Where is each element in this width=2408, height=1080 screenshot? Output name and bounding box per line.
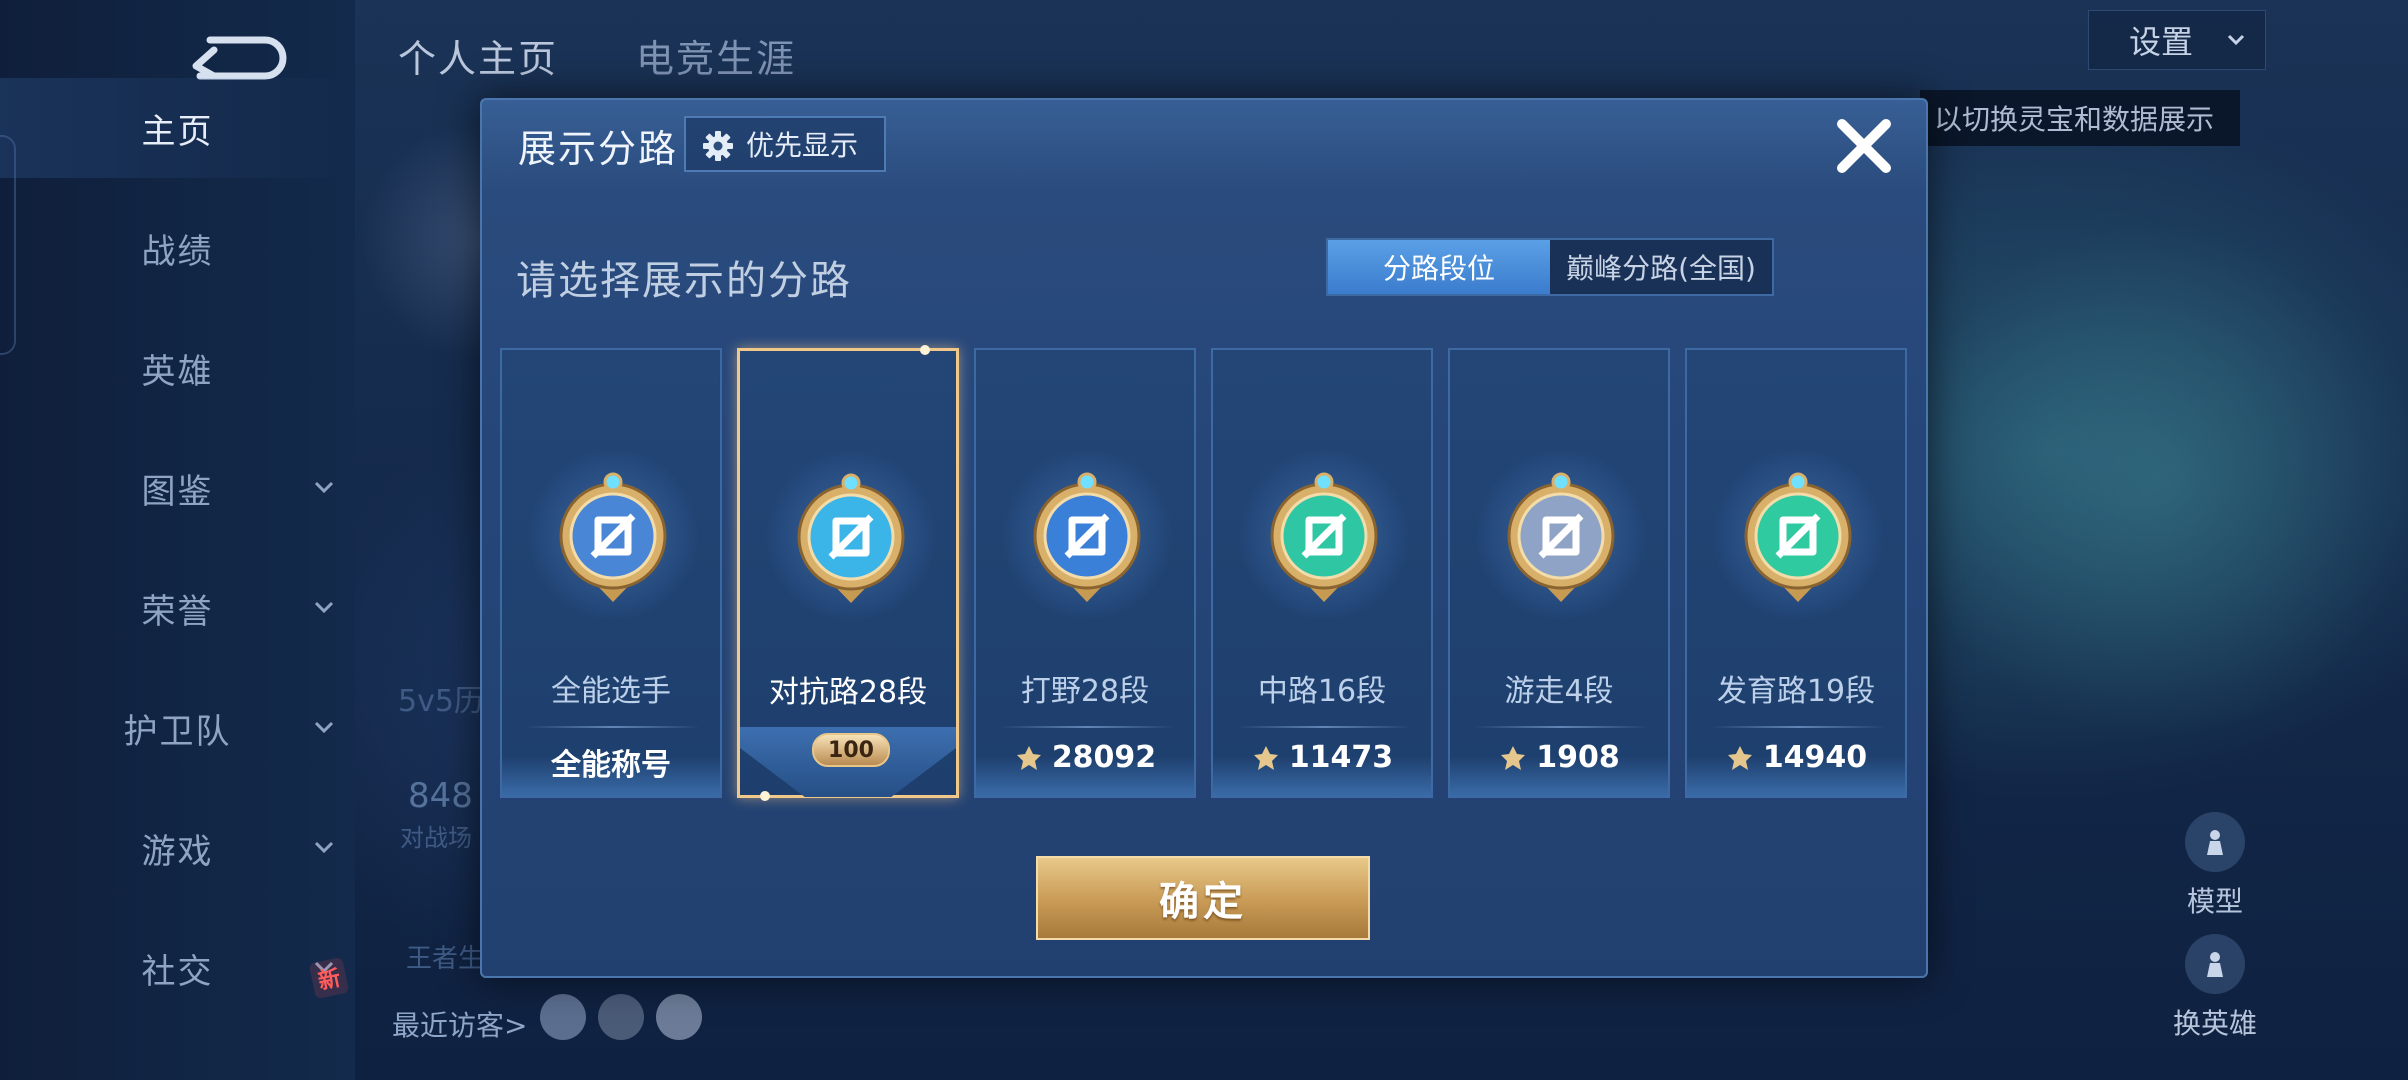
lane-rank-label: 全能选手: [551, 674, 671, 709]
divider: [1000, 726, 1174, 728]
sidebar-item-2[interactable]: 英雄: [0, 318, 355, 418]
lane-score-value: 11473: [1288, 740, 1394, 775]
toggle-peak-lane[interactable]: 巅峰分路(全国): [1550, 240, 1772, 294]
lane-display-dialog: 展示分路 优先显示 请选择展示的分路 分路段位 巅峰分路(全国) 全能选手 全能…: [480, 98, 1928, 978]
left-sidebar: 主页战绩英雄图鉴荣誉护卫队游戏社交 新: [0, 0, 355, 1080]
lane-rank-label: 对抗路28段: [768, 675, 928, 710]
lane-score: 全能称号: [502, 740, 720, 784]
star-count-badge: 100: [812, 733, 890, 767]
tab-esports-career[interactable]: 电竞生涯: [636, 28, 796, 83]
match-count: 848: [408, 776, 473, 816]
divider: [526, 726, 700, 728]
dialog-subtitle: 请选择展示的分路: [516, 258, 852, 304]
hint-text: 以切换灵宝和数据展示: [1934, 103, 2215, 136]
dialog-title: 展示分路: [518, 127, 679, 171]
sidebar-item-1[interactable]: 战绩: [0, 198, 355, 298]
gear-icon: [703, 131, 733, 161]
chevron-down-icon: [314, 481, 334, 494]
power-score-icon: [1727, 745, 1752, 770]
lane-score-value: 1908: [1536, 740, 1620, 775]
sidebar-item-4[interactable]: 荣誉: [0, 558, 355, 658]
toggle-lane-rank[interactable]: 分路段位: [1328, 240, 1550, 294]
hint-tooltip: 以切换灵宝和数据展示: [1920, 90, 2240, 146]
lane-card[interactable]: 中路16段 11473: [1211, 348, 1433, 798]
tab-personal-home[interactable]: 个人主页: [398, 28, 558, 83]
view-toggle: 分路段位 巅峰分路(全国): [1326, 238, 1774, 296]
settings-label: 设置: [2129, 23, 2194, 61]
lane-card[interactable]: 打野28段 28092: [974, 348, 1196, 798]
sidebar-item-label: 荣誉: [141, 591, 214, 632]
farm-lane-emblem-icon: [1744, 472, 1852, 602]
confirm-button[interactable]: 确定: [1036, 856, 1370, 940]
sidebar-item-label: 游戏: [141, 831, 214, 872]
corner-dot: [920, 345, 930, 355]
lane-rank-label: 游走4段: [1504, 674, 1614, 709]
history-label: 5v5历: [398, 684, 484, 719]
swap-hero-button[interactable]: 换英雄: [2150, 934, 2280, 1042]
priority-display-button[interactable]: 优先显示: [684, 116, 886, 172]
lane-card[interactable]: 发育路19段 14940: [1685, 348, 1907, 798]
lane-score: 11473: [1213, 740, 1431, 775]
chevron-down-icon: [314, 841, 334, 854]
jungle-emblem-icon: [1033, 472, 1141, 602]
lane-score: 1908: [1450, 740, 1668, 775]
person-icon: [2185, 812, 2245, 872]
game-profile-screen: 主页战绩英雄图鉴荣誉护卫队游戏社交 新 个人主页 电竞生涯 设置 以切换灵宝和数…: [0, 0, 2408, 1080]
power-score-icon: [1016, 745, 1041, 770]
chevron-down-icon: [314, 721, 334, 734]
sidebar-item-label: 护卫队: [123, 711, 232, 752]
sidebar-item-5[interactable]: 护卫队: [0, 678, 355, 778]
divider: [1474, 726, 1648, 728]
avatar[interactable]: [656, 994, 702, 1040]
power-score-icon: [1253, 745, 1278, 770]
sidebar-item-label: 主页: [141, 111, 214, 152]
close-icon[interactable]: [1832, 114, 1896, 178]
model-label: 模型: [2186, 885, 2243, 918]
chevron-down-icon: [2227, 34, 2245, 46]
roam-emblem-icon: [1507, 472, 1615, 602]
divider: [1237, 726, 1411, 728]
lane-card[interactable]: 对抗路28段 100: [737, 345, 959, 801]
lane-rank-label: 打野28段: [1020, 674, 1150, 709]
king-label: 王者生: [406, 944, 485, 974]
lane-score-value: 28092: [1051, 740, 1157, 775]
sidebar-item-label: 社交: [141, 951, 214, 992]
sidebar-item-7[interactable]: 社交: [0, 918, 355, 1018]
power-score-icon: [1501, 745, 1526, 770]
swap-hero-label: 换英雄: [2172, 1007, 2257, 1040]
lane-rank-label: 中路16段: [1257, 674, 1387, 709]
lane-card[interactable]: 全能选手 全能称号: [500, 348, 722, 798]
new-badge: 新: [308, 956, 350, 1000]
lane-score-value: 全能称号: [551, 748, 671, 783]
sidebar-item-6[interactable]: 游戏: [0, 798, 355, 898]
visitor-avatars: [540, 994, 702, 1040]
recent-visitors-link[interactable]: 最近访客>: [392, 1004, 527, 1044]
sidebar-item-label: 英雄: [141, 351, 214, 392]
avatar[interactable]: [598, 994, 644, 1040]
lane-card[interactable]: 游走4段 1908: [1448, 348, 1670, 798]
mid-lane-emblem-icon: [1270, 472, 1378, 602]
settings-dropdown[interactable]: 设置: [2088, 10, 2266, 70]
sidebar-item-0[interactable]: 主页: [0, 78, 355, 178]
lane-rank-label: 发育路19段: [1716, 674, 1876, 709]
lane-score: 28092: [976, 740, 1194, 775]
priority-label: 优先显示: [746, 129, 859, 162]
sidebar-item-label: 图鉴: [141, 471, 214, 512]
lane-score: 14940: [1687, 740, 1905, 775]
lane-score-value: 14940: [1762, 740, 1868, 775]
sidebar-item-3[interactable]: 图鉴: [0, 438, 355, 538]
allround-emblem-icon: [559, 472, 667, 602]
sidebar-item-label: 战绩: [141, 231, 214, 272]
swap-hero-icon: [2185, 934, 2245, 994]
avatar[interactable]: [540, 994, 586, 1040]
chevron-down-icon: [314, 601, 334, 614]
divider: [1711, 726, 1885, 728]
match-count-label: 对战场: [400, 824, 472, 852]
model-button[interactable]: 模型: [2150, 812, 2280, 920]
corner-dot: [760, 791, 770, 801]
clash-lane-emblem-icon: [797, 473, 905, 603]
background-art: [1900, 220, 2408, 740]
